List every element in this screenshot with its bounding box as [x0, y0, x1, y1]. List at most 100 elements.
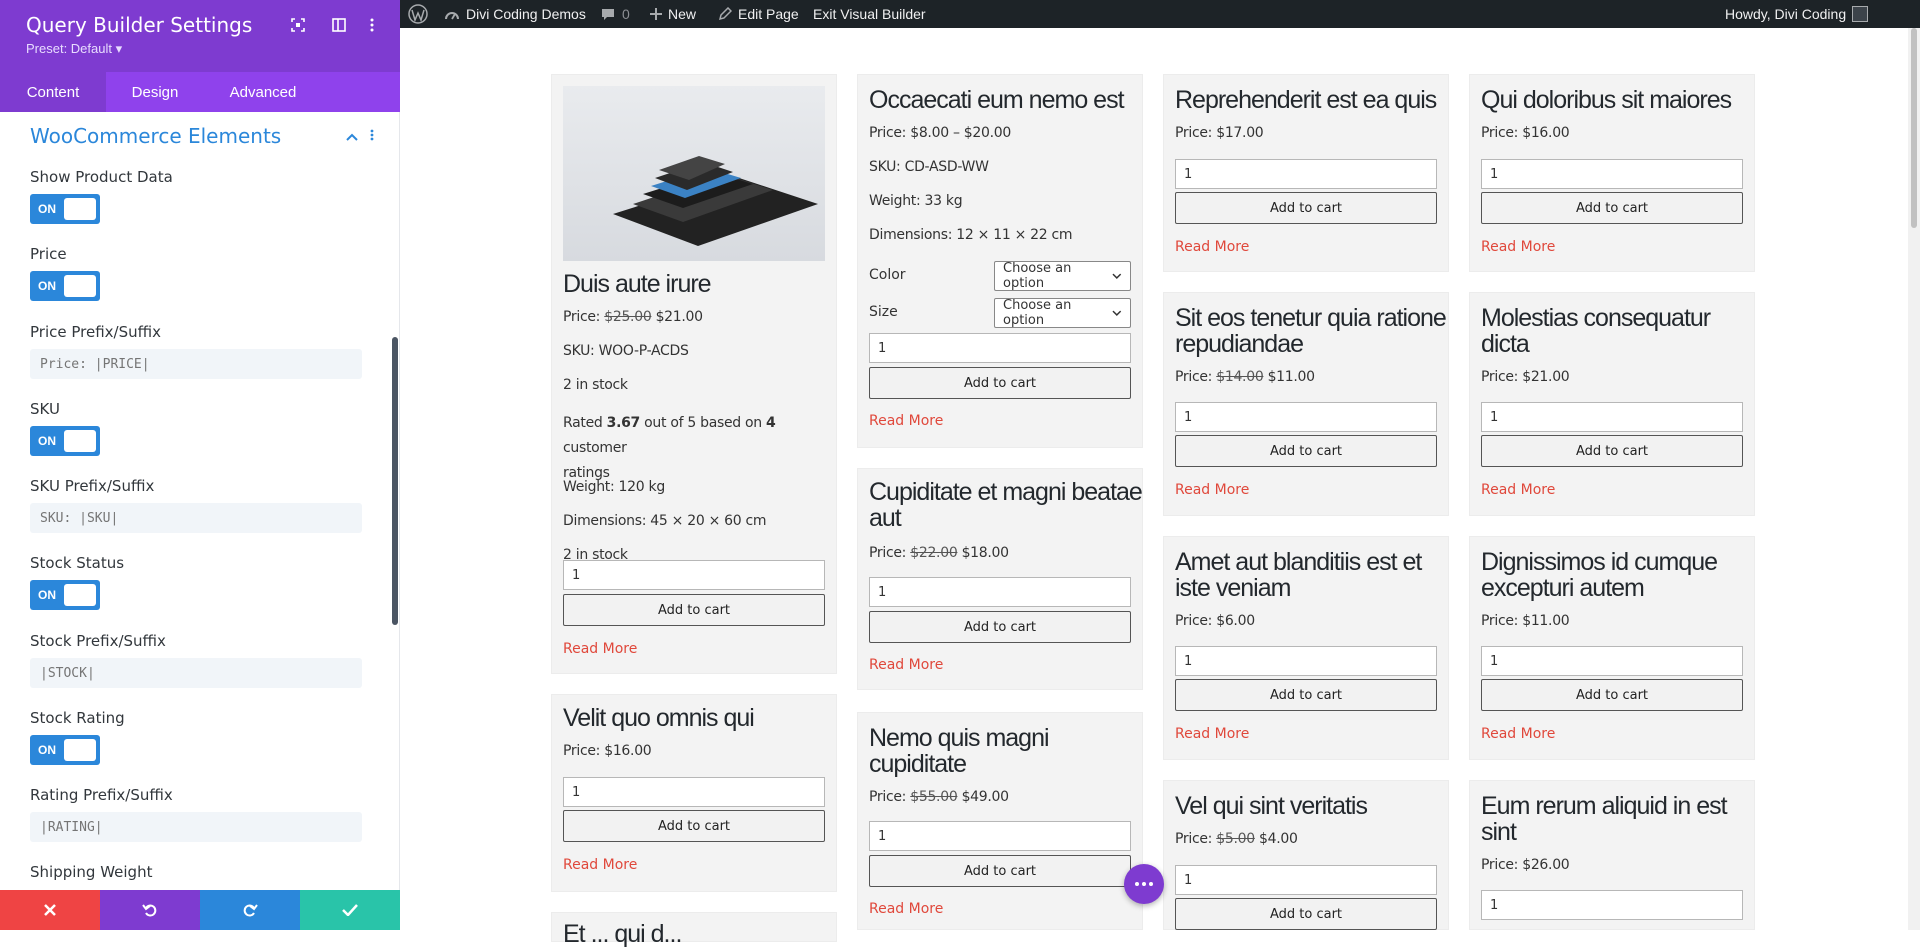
read-more-link[interactable]: Read More: [563, 857, 637, 873]
price-prefix-label: Price Prefix/Suffix: [30, 323, 161, 341]
page-scrollbar[interactable]: [1908, 28, 1920, 930]
add-to-cart-button[interactable]: Add to cart: [1175, 192, 1437, 224]
product-title[interactable]: Dignissimos id cumque excepturi autem: [1481, 549, 1718, 601]
undo-button[interactable]: [100, 890, 200, 930]
product-title[interactable]: Sit eos tenetur quia ratione repudiandae: [1175, 305, 1447, 357]
section-title[interactable]: WooCommerce Elements: [30, 124, 281, 148]
product-rating: Rated 3.67 out of 5 based on 4 customer r…: [563, 415, 776, 481]
comments-link[interactable]: 0: [600, 0, 630, 28]
discard-button[interactable]: [0, 890, 100, 930]
product-title[interactable]: Nemo quis magni cupiditate: [869, 725, 1050, 777]
product-title[interactable]: Eum rerum aliquid in est sint: [1481, 793, 1728, 845]
product-title[interactable]: Occaecati eum nemo est: [869, 87, 1125, 113]
stock-status-toggle[interactable]: ON: [30, 580, 100, 610]
account-menu[interactable]: Howdy, Divi Coding: [1725, 0, 1869, 28]
add-to-cart-button[interactable]: Add to cart: [869, 611, 1131, 643]
add-to-cart-button[interactable]: Add to cart: [563, 810, 825, 842]
read-more-link[interactable]: Read More: [869, 901, 943, 917]
product-title[interactable]: Amet aut blanditiis est et iste veniam: [1175, 549, 1422, 601]
quantity-input[interactable]: 1: [869, 333, 1131, 363]
add-to-cart-button[interactable]: Add to cart: [1175, 679, 1437, 711]
section-more-icon[interactable]: [370, 128, 374, 146]
product-title[interactable]: Et ... qui d...: [563, 921, 682, 947]
quantity-input[interactable]: 1: [1481, 159, 1743, 189]
read-more-link[interactable]: Read More: [1481, 726, 1555, 742]
quantity-input[interactable]: 1: [1481, 646, 1743, 676]
add-to-cart-button[interactable]: Add to cart: [563, 594, 825, 626]
product-price: Price: $21.00: [1481, 369, 1570, 385]
add-to-cart-button[interactable]: Add to cart: [1175, 898, 1437, 930]
quantity-input[interactable]: 1: [563, 560, 825, 590]
stock-rating-toggle[interactable]: ON: [30, 735, 100, 765]
add-to-cart-button[interactable]: Add to cart: [869, 367, 1131, 399]
quantity-input[interactable]: 1: [1481, 402, 1743, 432]
avatar: [1852, 6, 1869, 22]
wordpress-logo-icon[interactable]: [408, 0, 428, 28]
product-title[interactable]: Duis aute irure: [563, 271, 712, 297]
quantity-input[interactable]: 1: [1175, 402, 1437, 432]
product-title[interactable]: Vel qui sint veritatis: [1175, 793, 1368, 819]
read-more-link[interactable]: Read More: [869, 657, 943, 673]
tab-advanced[interactable]: Advanced: [204, 72, 322, 112]
tab-design[interactable]: Design: [106, 72, 204, 112]
fullscreen-icon[interactable]: [287, 14, 309, 36]
color-select[interactable]: Choose an option: [994, 261, 1131, 291]
add-to-cart-button[interactable]: Add to cart: [1481, 192, 1743, 224]
read-more-link[interactable]: Read More: [1175, 482, 1249, 498]
page-settings-button[interactable]: [1124, 864, 1164, 904]
quantity-input[interactable]: 1: [869, 577, 1131, 607]
quantity-input[interactable]: 1: [1175, 865, 1437, 895]
save-button[interactable]: [300, 890, 400, 930]
read-more-link[interactable]: Read More: [869, 413, 943, 429]
product-price: Price: $8.00 – $20.00: [869, 125, 1011, 141]
chevron-up-icon[interactable]: [346, 128, 358, 146]
rating-prefix-input[interactable]: [30, 812, 362, 842]
exit-visual-builder-link[interactable]: Exit Visual Builder: [813, 0, 926, 28]
stock-status-label: Stock Status: [30, 554, 125, 572]
read-more-link[interactable]: Read More: [1175, 239, 1249, 255]
stock-prefix-input[interactable]: [30, 658, 362, 688]
sku-toggle[interactable]: ON: [30, 426, 100, 456]
read-more-link[interactable]: Read More: [1481, 482, 1555, 498]
add-to-cart-button[interactable]: Add to cart: [1481, 679, 1743, 711]
price-prefix-input[interactable]: [30, 349, 362, 379]
add-to-cart-button[interactable]: Add to cart: [1481, 435, 1743, 467]
product-title[interactable]: Reprehenderit est ea quis: [1175, 87, 1437, 113]
product-title[interactable]: Qui doloribus sit maiores: [1481, 87, 1732, 113]
chevron-down-icon: [1112, 273, 1122, 279]
tab-content[interactable]: Content: [0, 72, 106, 112]
new-link[interactable]: New: [650, 0, 696, 28]
add-to-cart-button[interactable]: Add to cart: [1175, 435, 1437, 467]
product-title[interactable]: Molestias consequatur dicta: [1481, 305, 1711, 357]
preset-dropdown[interactable]: Preset: Default ▾: [26, 41, 122, 57]
quantity-input[interactable]: 1: [1175, 159, 1437, 189]
more-vertical-icon[interactable]: [361, 14, 383, 36]
redo-button[interactable]: [200, 890, 300, 930]
size-select[interactable]: Choose an option: [994, 298, 1131, 328]
show-product-data-toggle[interactable]: ON: [30, 194, 100, 224]
layout-icon[interactable]: [328, 14, 350, 36]
product-title[interactable]: Cupiditate et magni beatae aut: [869, 479, 1143, 531]
read-more-link[interactable]: Read More: [563, 641, 637, 657]
product-price: Price: $5.00 $4.00: [1175, 831, 1298, 847]
product-card: Reprehenderit est ea quis Price: $17.00 …: [1163, 74, 1449, 272]
product-image[interactable]: [563, 86, 825, 261]
product-price: Price: $26.00: [1481, 857, 1570, 873]
sku-prefix-input[interactable]: [30, 503, 362, 533]
product-price: Price: $14.00 $11.00: [1175, 369, 1315, 385]
quantity-input[interactable]: 1: [563, 777, 825, 807]
quantity-input[interactable]: 1: [1175, 646, 1437, 676]
read-more-link[interactable]: Read More: [1175, 726, 1249, 742]
edit-page-link[interactable]: Edit Page: [718, 0, 799, 28]
site-name: Divi Coding Demos: [466, 6, 586, 22]
add-to-cart-button[interactable]: Add to cart: [869, 855, 1131, 887]
site-name-link[interactable]: Divi Coding Demos: [444, 0, 586, 28]
quantity-input[interactable]: 1: [1481, 890, 1743, 920]
panel-scrollbar[interactable]: [392, 337, 398, 625]
read-more-link[interactable]: Read More: [1481, 239, 1555, 255]
product-stock: 2 in stock: [563, 377, 628, 393]
product-title[interactable]: Velit quo omnis qui: [563, 705, 755, 731]
product-card: Qui doloribus sit maiores Price: $16.00 …: [1469, 74, 1755, 272]
quantity-input[interactable]: 1: [869, 821, 1131, 851]
price-toggle[interactable]: ON: [30, 271, 100, 301]
